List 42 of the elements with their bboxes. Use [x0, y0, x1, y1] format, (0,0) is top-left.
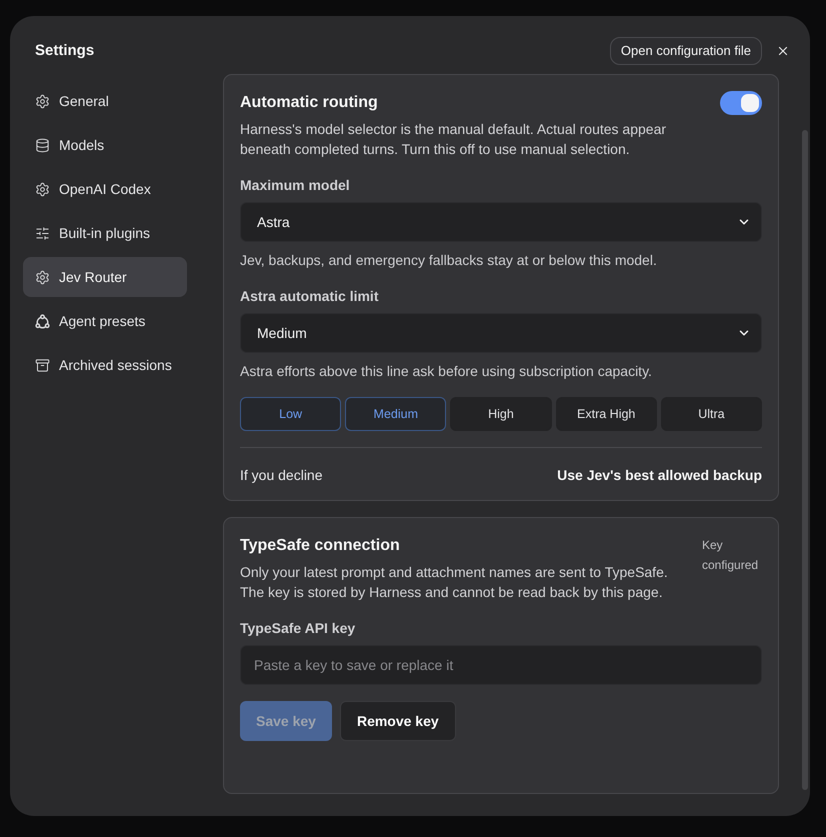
database-icon	[35, 138, 50, 152]
card-title: TypeSafe connection	[240, 536, 401, 556]
effort-option[interactable]: Low	[240, 397, 342, 431]
sidebar-item[interactable]: Models	[23, 125, 187, 165]
remove-key-button[interactable]: Remove key	[340, 701, 456, 741]
effort-option[interactable]: High	[450, 397, 552, 431]
effort-option[interactable]: Medium	[345, 397, 446, 431]
toggle-switch[interactable]	[720, 91, 762, 115]
field-hint: Astra efforts above this line ask before using subscription capacity.	[240, 362, 653, 381]
card-description: Only your latest prompt and attachment names are sent to TypeSafe. The key is stored by Harness and cannot be read back by this page.	[240, 563, 669, 602]
key-status: Key configured	[702, 537, 760, 574]
sidebar-item[interactable]: Jev Router	[23, 257, 187, 297]
toggle-knob	[741, 94, 759, 112]
field-label: Astra automatic limit	[240, 287, 380, 306]
sidebar-item[interactable]: Built-in plugins	[23, 213, 187, 253]
gear-icon	[35, 270, 50, 284]
archive-icon	[35, 358, 50, 372]
card-title: Automatic routing	[240, 93, 378, 113]
gear-icon	[35, 94, 50, 108]
decline-label: If you decline	[240, 466, 322, 485]
sidebar-item[interactable]: Archived sessions	[23, 345, 187, 385]
effort-option[interactable]: Ultra	[660, 397, 762, 431]
model-select[interactable]: Astra	[240, 202, 762, 242]
gear-icon	[35, 182, 50, 196]
field-label: Maximum model	[240, 176, 351, 195]
close-button[interactable]	[776, 44, 790, 58]
sliders-icon	[35, 226, 50, 240]
sidebar-item[interactable]: Agent presets	[23, 301, 187, 341]
close-icon	[776, 44, 790, 58]
limit-select[interactable]: Medium	[240, 313, 762, 353]
effort-option[interactable]: Extra High	[556, 397, 657, 431]
scrollbar-thumb[interactable]	[802, 130, 808, 790]
field-hint: Jev, backups, and emergency fallbacks stay at or below this model.	[240, 251, 658, 270]
sidebar-item[interactable]: OpenAI Codex	[23, 169, 187, 209]
card-description: Harness's model selector is the manual default. Actual routes appear beneath completed turns. Turn this off to use manual selection.	[240, 120, 668, 159]
sidebar-item[interactable]: General	[23, 81, 187, 121]
api-key-field[interactable]: Paste a key to save or replace it	[240, 645, 762, 685]
decline-value: Use Jev's best allowed backup	[557, 466, 762, 485]
dialog-title: Settings	[35, 40, 94, 61]
node-cycle-icon	[35, 314, 50, 328]
open-config-button[interactable]: Open configuration file	[610, 37, 762, 65]
field-label: TypeSafe API key	[240, 619, 356, 638]
